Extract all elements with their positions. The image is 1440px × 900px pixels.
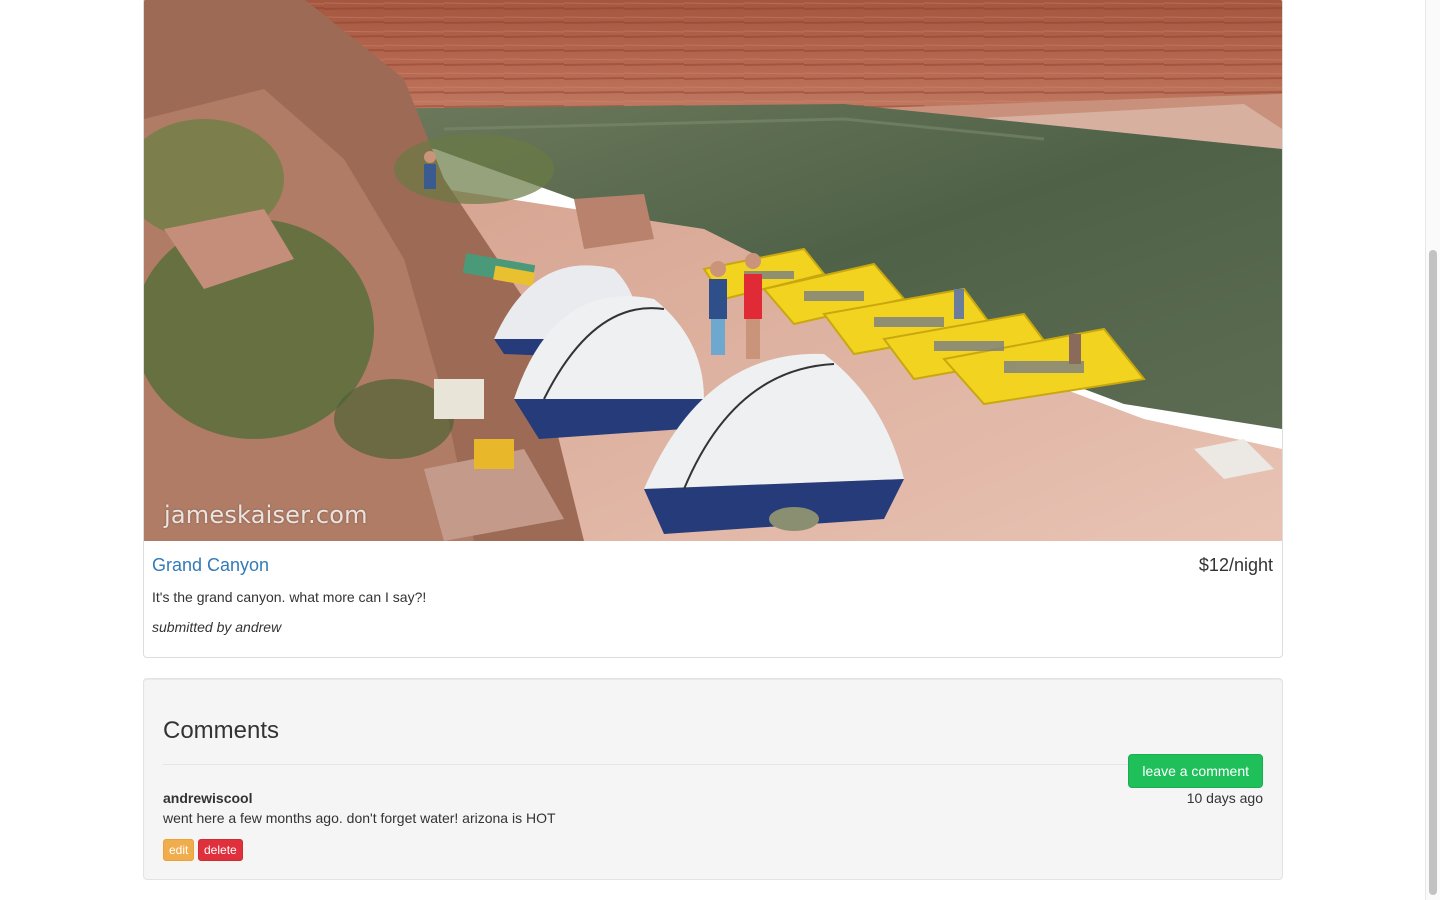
photo-watermark: jameskaiser.com <box>164 501 368 529</box>
comment-timestamp: 10 days ago <box>1186 790 1263 806</box>
campground-title-link[interactable]: Grand Canyon <box>152 555 269 576</box>
comment-author: andrewiscool <box>163 790 253 806</box>
campground-photo: jameskaiser.com <box>144 0 1282 541</box>
page-scrollbar[interactable] <box>1425 0 1440 900</box>
scrollbar-thumb[interactable] <box>1429 250 1437 895</box>
campground-photo-scene <box>144 0 1282 541</box>
comments-divider <box>163 764 1263 765</box>
comments-well: Comments leave a comment andrewiscool 10… <box>143 678 1283 880</box>
campground-description: It's the grand canyon. what more can I s… <box>152 589 427 605</box>
campground-price: $12/night <box>1198 555 1273 575</box>
comments-heading: Comments <box>163 717 280 744</box>
comment-text: went here a few months ago. don't forget… <box>163 810 556 826</box>
delete-comment-button[interactable]: delete <box>198 839 243 861</box>
campground-card: jameskaiser.com Grand Canyon $12/night I… <box>143 0 1283 658</box>
leave-comment-button[interactable]: leave a comment <box>1128 754 1263 788</box>
edit-comment-button[interactable]: edit <box>163 839 195 861</box>
page: jameskaiser.com Grand Canyon $12/night I… <box>0 0 1440 900</box>
campground-submitted-by: submitted by andrew <box>152 619 282 635</box>
